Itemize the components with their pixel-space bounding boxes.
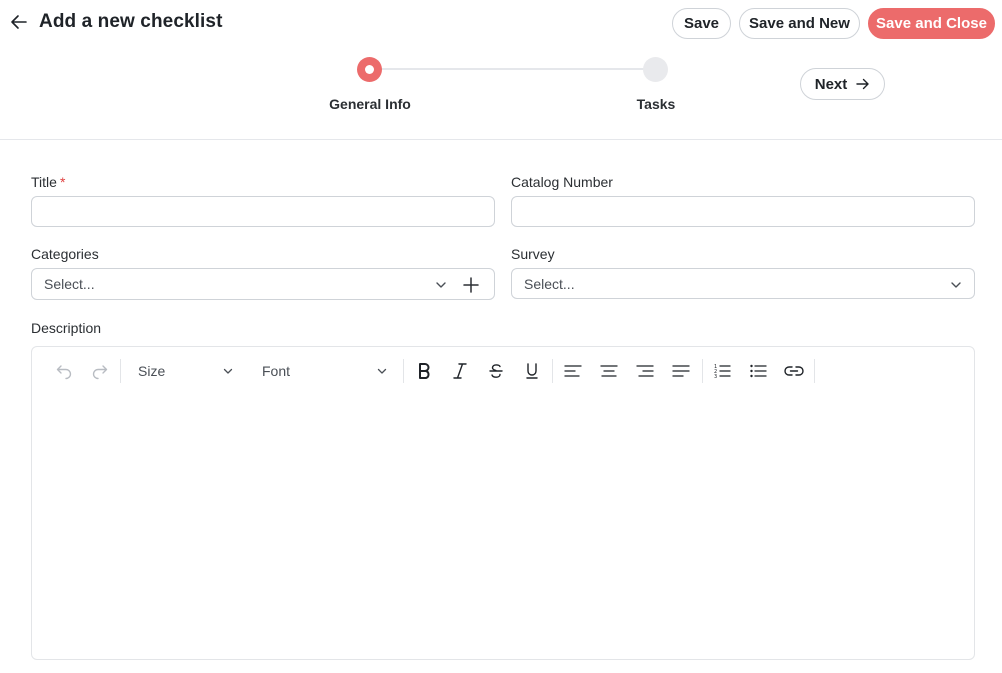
chevron-down-icon <box>377 368 387 374</box>
align-left-icon[interactable] <box>561 357 585 385</box>
page-title: Add a new checklist <box>39 11 223 32</box>
toolbar-separator <box>814 359 815 383</box>
step-indicator-tasks[interactable] <box>643 57 668 82</box>
font-select[interactable]: Font <box>262 359 392 383</box>
categories-placeholder: Select... <box>44 276 95 292</box>
arrow-left-icon[interactable] <box>8 11 30 33</box>
description-label: Description <box>31 320 102 336</box>
toolbar-separator <box>403 359 404 383</box>
align-justify-icon[interactable] <box>669 357 693 385</box>
arrow-right-icon <box>856 78 869 90</box>
underline-icon[interactable] <box>520 357 544 385</box>
step-label-tasks: Tasks <box>636 96 676 112</box>
bullet-list-icon[interactable] <box>746 357 770 385</box>
svg-text:3: 3 <box>714 374 717 379</box>
survey-label: Survey <box>511 246 555 262</box>
bold-icon[interactable] <box>412 357 436 385</box>
catalog-number-label: Catalog Number <box>511 174 613 190</box>
save-and-new-button[interactable]: Save and New <box>739 8 860 39</box>
font-select-label: Font <box>262 363 291 379</box>
chevron-down-icon <box>223 368 233 374</box>
align-right-icon[interactable] <box>633 357 657 385</box>
step-label-general-info: General Info <box>329 96 411 112</box>
italic-icon[interactable] <box>448 357 472 385</box>
categories-select[interactable]: Select... <box>31 268 495 300</box>
save-button[interactable]: Save <box>672 8 731 39</box>
survey-placeholder: Select... <box>524 275 575 292</box>
size-select-label: Size <box>138 363 166 379</box>
next-button[interactable]: Next <box>800 68 885 100</box>
required-mark: * <box>59 174 66 190</box>
page: Add a new checklist Save Save and New Sa… <box>0 0 1002 673</box>
title-input[interactable] <box>31 196 495 227</box>
title-label: Title * <box>31 174 65 190</box>
chevron-down-icon[interactable] <box>949 278 963 292</box>
chevron-down-icon[interactable] <box>434 278 448 292</box>
strikethrough-icon[interactable] <box>484 357 508 385</box>
redo-icon[interactable] <box>88 357 112 385</box>
catalog-number-input[interactable] <box>511 196 975 227</box>
categories-label: Categories <box>31 246 99 262</box>
stepper-line <box>381 68 645 70</box>
survey-select[interactable]: Select... <box>511 268 975 299</box>
undo-icon[interactable] <box>52 357 76 385</box>
title-label-text: Title <box>31 174 57 190</box>
save-and-close-button[interactable]: Save and Close <box>868 8 995 39</box>
size-select[interactable]: Size <box>138 359 238 383</box>
description-editor[interactable]: Size Font 1 2 3 <box>31 346 975 660</box>
align-center-icon[interactable] <box>597 357 621 385</box>
next-button-label: Next <box>814 75 848 93</box>
ordered-list-icon[interactable]: 123 <box>710 357 734 385</box>
add-category-icon[interactable] <box>462 276 480 294</box>
toolbar-separator <box>552 359 553 383</box>
toolbar-separator <box>120 359 121 383</box>
toolbar-separator <box>702 359 703 383</box>
link-icon[interactable] <box>782 357 806 385</box>
step-indicator-general-info[interactable] <box>357 57 382 82</box>
header-divider <box>0 139 1002 140</box>
